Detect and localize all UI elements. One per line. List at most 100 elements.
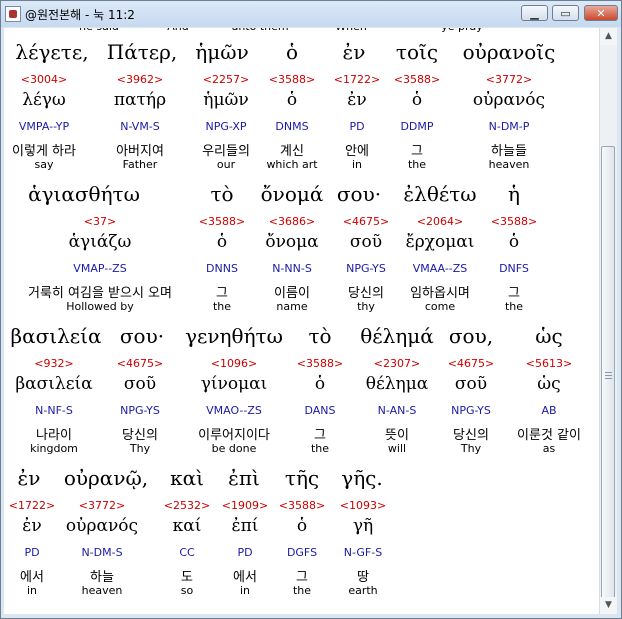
english-gloss: thy	[357, 300, 375, 313]
strongs-number: <3772>	[485, 73, 533, 86]
lemma: ἐπί	[231, 516, 259, 536]
app-window: @원전본해 - 눅 11:2 ▁ ▭ ✕ he said And unto them…	[0, 0, 622, 619]
parsing-code: NPG-XP	[205, 120, 247, 133]
english-gloss: the	[292, 584, 312, 597]
parsing-code: DANS	[304, 404, 336, 417]
lemma: οὐρανός	[472, 90, 546, 110]
korean-gloss: 하늘	[90, 570, 114, 585]
maximize-button[interactable]: ▭	[552, 5, 579, 21]
lemma: ἔρχομαι	[405, 232, 475, 252]
english-gloss: say	[34, 158, 54, 171]
english-gloss: will	[387, 442, 407, 455]
parsing-code: NPG-YS	[451, 404, 491, 417]
title-bar[interactable]: @원전본해 - 눅 11:2 ▁ ▭ ✕	[1, 1, 621, 27]
english-gloss: come	[424, 300, 456, 313]
strongs-number: <1093>	[339, 499, 387, 512]
strongs-number: <932>	[34, 357, 74, 370]
greek-word: ἐπὶ	[228, 466, 260, 490]
scroll-thumb[interactable]	[601, 146, 615, 606]
greek-word: βασιλεία	[10, 324, 102, 348]
english-gloss: in	[239, 584, 251, 597]
parsing-code: VMAO--ZS	[206, 404, 262, 417]
greek-word: ὄνομά	[260, 182, 324, 206]
korean-gloss: 임하옵시며	[410, 286, 470, 301]
parsing-code: NPG-YS	[346, 262, 386, 275]
korean-gloss: 그	[314, 428, 326, 443]
english-gloss: the	[407, 158, 427, 171]
english-gloss: Father	[122, 158, 158, 171]
parsing-code: DGFS	[286, 546, 318, 559]
parsing-code: AB	[541, 404, 557, 417]
english-gloss: Thy	[129, 442, 151, 455]
scroll-up-arrow-icon[interactable]: ▲	[600, 28, 617, 45]
greek-word: λέγετε,	[15, 40, 89, 64]
partial-english-gloss: When	[335, 28, 367, 33]
scroll-down-arrow-icon[interactable]: ▼	[600, 597, 617, 614]
korean-gloss: 그	[296, 570, 308, 585]
lemma: βασιλεία	[15, 374, 93, 394]
english-gloss: our	[216, 158, 236, 171]
strongs-number: <2064>	[416, 215, 464, 228]
korean-gloss: 에서	[20, 570, 44, 585]
strongs-number: <37>	[83, 215, 117, 228]
english-gloss: the	[212, 300, 232, 313]
greek-word: σου,	[448, 324, 494, 348]
greek-word: σου·	[119, 324, 165, 348]
lemma: ὁ	[411, 90, 423, 110]
vertical-scrollbar[interactable]: ▲ ▼	[599, 28, 617, 614]
english-gloss: heaven	[488, 158, 530, 171]
lemma: οὐρανός	[65, 516, 139, 536]
korean-gloss: 그	[216, 286, 228, 301]
english-gloss: as	[542, 442, 556, 455]
korean-gloss: 뜻이	[385, 428, 409, 443]
lemma: ὁ	[286, 90, 298, 110]
parsing-code: N-VM-S	[120, 120, 160, 133]
lemma: καί	[172, 516, 202, 536]
window-title: @원전본해 - 눅 11:2	[25, 8, 135, 22]
parsing-code: N-NN-S	[272, 262, 312, 275]
english-gloss: heaven	[81, 584, 123, 597]
strongs-number: <2257>	[202, 73, 250, 86]
greek-word: σου·	[336, 182, 382, 206]
strongs-number: <3588>	[490, 215, 538, 228]
parsing-code: VMAA--ZS	[412, 262, 468, 275]
lemma: ὁ	[314, 374, 326, 394]
strongs-number: <4675>	[447, 357, 495, 370]
lemma: ἐν	[347, 90, 367, 110]
strongs-number: <4675>	[342, 215, 390, 228]
english-gloss: earth	[348, 584, 378, 597]
english-gloss: the	[504, 300, 524, 313]
korean-gloss: 그	[411, 144, 423, 159]
english-gloss: in	[351, 158, 363, 171]
parsing-code: DDMP	[400, 120, 434, 133]
close-button[interactable]: ✕	[584, 5, 618, 21]
greek-word: ἡμῶν	[195, 40, 249, 64]
greek-word: ἁγιασθήτω	[28, 182, 140, 206]
parsing-code: N-DM-S	[81, 546, 123, 559]
minimize-button[interactable]: ▁	[521, 5, 548, 21]
lemma: σοῦ	[349, 232, 383, 252]
english-gloss: so	[180, 584, 194, 597]
english-gloss: in	[26, 584, 38, 597]
parsing-code: N-DM-P	[488, 120, 530, 133]
strongs-number: <3588>	[278, 499, 326, 512]
parsing-code: DNNS	[206, 262, 238, 275]
korean-gloss: 하늘들	[491, 144, 527, 159]
english-gloss: which art	[266, 158, 318, 171]
english-gloss: the	[310, 442, 330, 455]
app-icon[interactable]	[5, 6, 21, 22]
parsing-code: DNMS	[275, 120, 309, 133]
partial-english-gloss: ye pray	[441, 28, 483, 33]
greek-word: ἐλθέτω	[403, 182, 477, 206]
strongs-number: <3962>	[116, 73, 164, 86]
lemma: σοῦ	[454, 374, 488, 394]
english-gloss: Hollowed by	[66, 300, 134, 313]
korean-gloss: 계신	[280, 144, 304, 159]
parsing-code: PD	[24, 546, 40, 559]
parsing-code: N-AN-S	[377, 404, 417, 417]
korean-gloss: 나라이	[36, 428, 72, 443]
strongs-number: <1096>	[210, 357, 258, 370]
greek-word: γῆς.	[341, 466, 383, 490]
korean-gloss: 아버지여	[116, 144, 164, 159]
interlinear-text-area[interactable]: he said And unto them When ye pray λέγετε, Πάτ…	[4, 28, 599, 614]
